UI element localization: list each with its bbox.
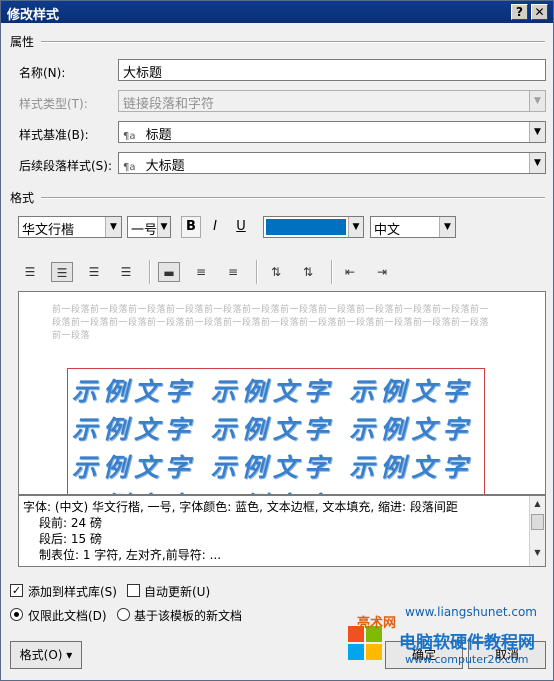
chevron-down-icon: ▼ (105, 217, 121, 237)
modify-style-dialog: 修改样式 ? ✕ 属性 名称(N): 大标题 样式类型(T): 链接段落和字符 … (0, 0, 554, 681)
windows-logo-icon (348, 626, 382, 660)
auto-update-checkbox[interactable] (127, 584, 140, 597)
align-center-icon[interactable]: ☰ (51, 262, 73, 282)
font-select[interactable]: 华文行楷 ▼ (18, 216, 122, 238)
next-style-value: 大标题 (145, 159, 185, 174)
increase-indent-icon[interactable]: ⇥ (371, 262, 393, 282)
chevron-down-icon: ▼ (157, 217, 170, 237)
description-scrollbar[interactable]: ▲ ▼ (529, 496, 545, 566)
template-radio[interactable] (117, 608, 130, 621)
toolbar-divider (149, 260, 151, 284)
one-half-spacing-icon[interactable]: ≡ (190, 262, 212, 282)
paragraph-style-icon: ¶a (123, 162, 136, 173)
watermark-text: 电脑软硬件教程网 (399, 633, 535, 653)
style-preview: 前一段落前一段落前一段落前一段落前一段落前一段落前一段落前一段落前一段落前一段落… (18, 291, 546, 495)
add-to-gallery-label: 添加到样式库(S) (28, 585, 117, 599)
watermark-url: www.liangshunet.com (405, 605, 537, 619)
properties-divider (41, 41, 545, 43)
font-color-swatch (266, 219, 346, 235)
style-type-value: 链接段落和字符 (123, 97, 215, 112)
title-bar: 修改样式 ? ✕ (1, 1, 553, 23)
based-on-value: 标题 (145, 128, 172, 143)
scroll-thumb[interactable] (531, 514, 544, 530)
chevron-down-icon: ▼ (529, 122, 545, 142)
close-button[interactable]: ✕ (531, 4, 548, 20)
decrease-indent-icon[interactable]: ⇤ (339, 262, 361, 282)
dialog-title: 修改样式 (7, 8, 60, 23)
toolbar-divider (331, 260, 333, 284)
format-section-label: 格式 (10, 191, 35, 205)
next-style-label: 后续段落样式(S): (19, 159, 113, 173)
preview-previous-paragraph: 前一段落前一段落前一段落前一段落前一段落前一段落前一段落前一段落前一段落前一段落… (52, 305, 490, 341)
help-button[interactable]: ? (511, 4, 528, 20)
language-select[interactable]: 中文 ▼ (370, 216, 456, 238)
based-on-select[interactable]: ¶a 标题 ▼ (118, 121, 546, 143)
font-size-select[interactable]: 一号 ▼ (127, 216, 171, 238)
name-input[interactable]: 大标题 (118, 59, 546, 81)
toolbar-divider (256, 260, 258, 284)
sample-text: 示例文字 示例文字 示例文字 示例文字 示例文字 示例文字 示例文字 示例文字 … (72, 377, 474, 494)
chevron-down-icon: ▼ (348, 217, 363, 237)
scroll-up-icon[interactable]: ▲ (530, 496, 545, 512)
watermark-text: 亮术网 (357, 616, 397, 631)
single-spacing-icon[interactable]: ▬ (158, 262, 180, 282)
font-color-select[interactable]: ▼ (263, 216, 364, 238)
add-to-gallery-checkbox[interactable]: ✓ (10, 584, 23, 597)
description-line: 段后: 15 磅 (39, 532, 102, 546)
next-style-select[interactable]: ¶a 大标题 ▼ (118, 152, 546, 174)
description-line: 字体: (中文) 华文行楷, 一号, 字体颜色: 蓝色, 文本边框, 文本填充,… (23, 500, 458, 514)
sample-text-frame: 示例文字 示例文字 示例文字 示例文字 示例文字 示例文字 示例文字 示例文字 … (67, 368, 485, 494)
chevron-down-icon: ▼ (529, 91, 545, 111)
format-menu-button[interactable]: 格式(O) ▾ (10, 641, 82, 669)
format-divider (41, 197, 545, 199)
scroll-down-icon[interactable]: ▼ (530, 545, 545, 561)
style-description: 字体: (中文) 华文行楷, 一号, 字体颜色: 蓝色, 文本边框, 文本填充,… (18, 495, 546, 567)
font-value: 华文行楷 (22, 223, 75, 238)
name-label: 名称(N): (19, 66, 66, 80)
properties-section-label: 属性 (10, 35, 35, 49)
description-line: 制表位: 1 字符, 左对齐,前导符: ... (39, 548, 222, 562)
auto-update-label: 自动更新(U) (144, 585, 211, 599)
underline-button[interactable]: U (231, 216, 251, 238)
language-value: 中文 (374, 223, 401, 238)
double-spacing-icon[interactable]: ≡ (222, 262, 244, 282)
align-left-icon[interactable]: ☰ (19, 262, 41, 282)
this-document-radio[interactable] (10, 608, 23, 621)
justify-icon[interactable]: ☰ (115, 262, 137, 282)
chevron-down-icon: ▼ (439, 217, 455, 237)
this-document-label: 仅限此文档(D) (28, 609, 107, 623)
template-label: 基于该模板的新文档 (134, 609, 243, 623)
paragraph-style-icon: ¶a (123, 131, 136, 142)
chevron-down-icon: ▼ (529, 153, 545, 173)
increase-spacing-icon[interactable]: ⇅ (265, 262, 287, 282)
font-size-value: 一号 (131, 223, 158, 238)
based-on-label: 样式基准(B): (19, 128, 89, 142)
decrease-spacing-icon[interactable]: ⇅ (297, 262, 319, 282)
watermark-url: www.computer26.com (405, 653, 529, 666)
style-type-select[interactable]: 链接段落和字符 ▼ (118, 90, 546, 112)
description-line: 段前: 24 磅 (39, 516, 102, 530)
bold-button[interactable]: B (181, 216, 201, 238)
style-type-label: 样式类型(T): (19, 97, 88, 111)
italic-button[interactable]: I (205, 216, 225, 238)
align-right-icon[interactable]: ☰ (83, 262, 105, 282)
